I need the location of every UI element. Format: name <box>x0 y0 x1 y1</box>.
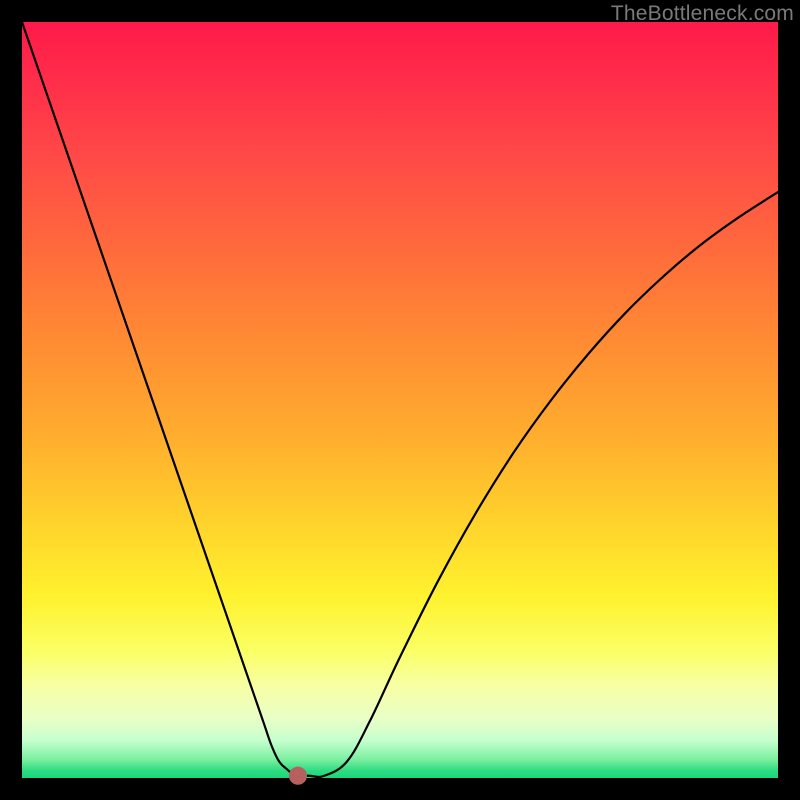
minimum-marker <box>289 767 307 785</box>
chart-frame: TheBottleneck.com <box>0 0 800 800</box>
watermark-text: TheBottleneck.com <box>611 2 794 26</box>
plot-area <box>22 22 778 778</box>
line-curve <box>22 22 778 778</box>
curve-path <box>22 22 778 777</box>
